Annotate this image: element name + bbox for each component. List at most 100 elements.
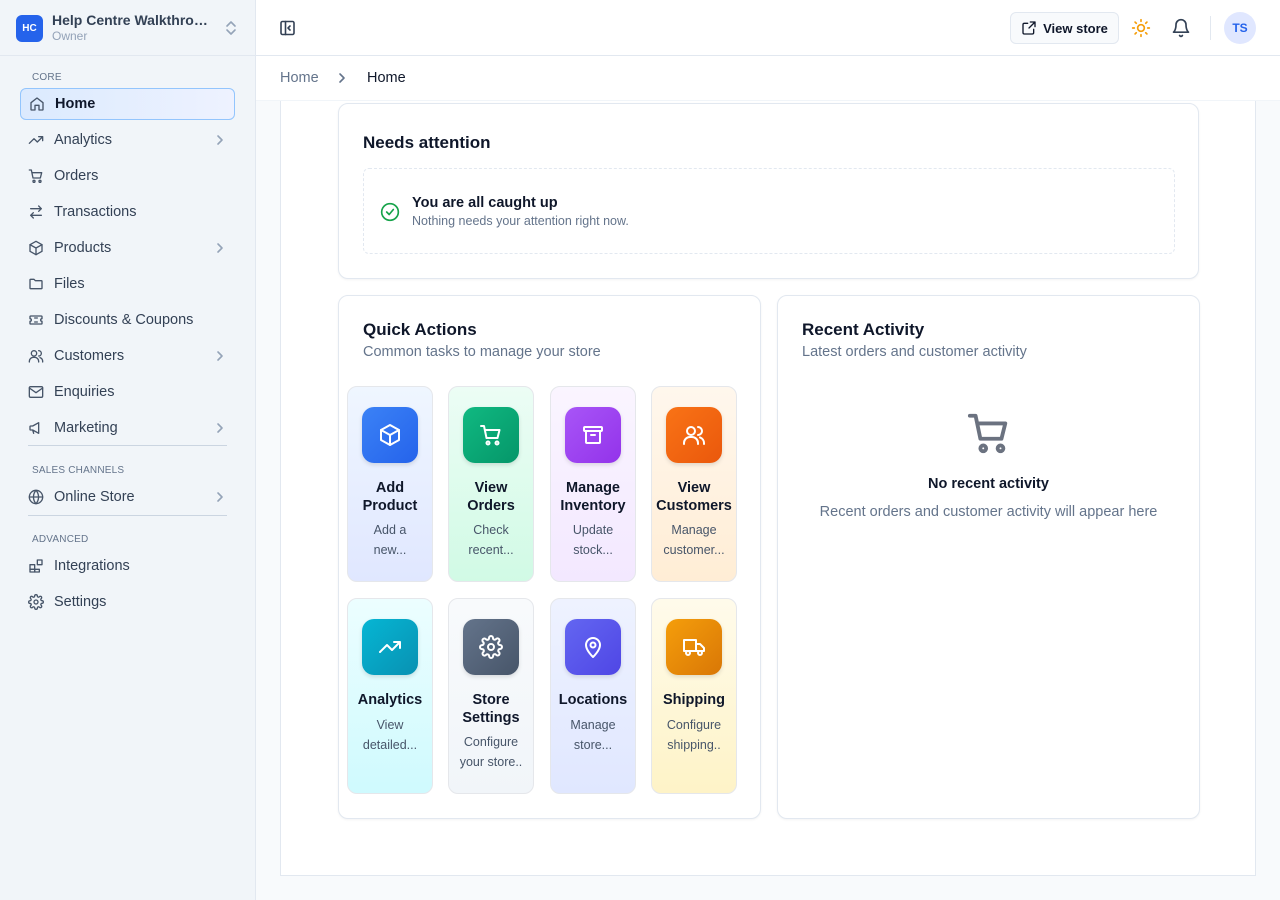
sidebar-item-files[interactable]: Files	[20, 268, 235, 300]
needs-attention-card: Needs attention You are all caught up No…	[338, 103, 1199, 279]
sidebar-item-label: Online Store	[54, 489, 135, 505]
users-icon	[28, 348, 44, 364]
chevron-right-icon	[217, 492, 223, 502]
sidebar-divider	[28, 515, 227, 516]
store-role: Owner	[52, 29, 88, 43]
sidebar-item-orders[interactable]: Orders	[20, 160, 235, 192]
sidebar-item-integrations[interactable]: Integrations	[20, 550, 235, 582]
sun-icon[interactable]	[1131, 18, 1151, 38]
cart-icon	[967, 413, 1008, 454]
sidebar-item-enquiries[interactable]: Enquiries	[20, 376, 235, 408]
empty-state-subtitle: Recent orders and customer activity will…	[819, 504, 1158, 520]
sidebar-item-label: Settings	[54, 594, 107, 610]
truck-icon	[666, 619, 722, 675]
sidebar-item-label: Enquiries	[54, 384, 115, 400]
sidebar-item-label: Marketing	[54, 420, 118, 436]
sidebar-item-label: Analytics	[54, 132, 113, 148]
chevrons-up-down-icon	[226, 21, 236, 35]
sidebar-item-customers[interactable]: Customers	[20, 340, 235, 372]
chevron-right-icon	[217, 135, 223, 145]
view-store-label: View store	[1043, 20, 1108, 36]
folder-icon	[28, 276, 44, 292]
card-title: Needs attention	[363, 133, 491, 152]
sidebar-item-label: Customers	[54, 348, 125, 364]
quick-action-view-orders[interactable]: View Orders Check recent...	[448, 386, 534, 582]
sidebar-item-label: Products	[54, 240, 112, 256]
topbar: View store TS	[256, 0, 1280, 56]
quick-action-name: Locations	[558, 692, 628, 708]
quick-action-locations[interactable]: Locations Manage store...	[550, 598, 636, 794]
home-icon	[29, 96, 45, 112]
trending-up-icon	[362, 619, 418, 675]
quick-action-manage-inventory[interactable]: Manage Inventory Update stock...	[550, 386, 636, 582]
sidebar-item-marketing[interactable]: Marketing	[20, 412, 235, 444]
arrows-left-right-icon	[28, 204, 44, 220]
chevron-right-icon	[217, 351, 223, 361]
card-subtitle: Latest orders and customer activity	[802, 344, 1027, 360]
quick-action-desc: Update stock...	[572, 523, 614, 557]
section-label-core: CORE	[32, 72, 62, 83]
quick-action-view-customers[interactable]: View Customers Manage customer...	[651, 386, 737, 582]
chevron-right-icon	[217, 423, 223, 433]
sidebar-item-analytics[interactable]: Analytics	[20, 124, 235, 156]
quick-action-name: Manage Inventory	[560, 480, 626, 514]
sidebar-item-online-store[interactable]: Online Store	[20, 481, 235, 513]
card-title: Quick Actions	[363, 320, 477, 339]
sidebar-item-products[interactable]: Products	[20, 232, 235, 264]
quick-action-desc: Check recent...	[468, 523, 514, 557]
map-pin-icon	[565, 619, 621, 675]
breadcrumb-current: Home	[367, 70, 406, 86]
sidebar-divider	[0, 55, 256, 56]
quick-action-desc: Configure your store..	[459, 735, 523, 769]
chevron-right-icon	[339, 73, 345, 83]
sidebar-item-discounts[interactable]: Discounts & Coupons	[20, 304, 235, 336]
mail-icon	[28, 384, 44, 400]
quick-action-analytics[interactable]: Analytics View detailed...	[347, 598, 433, 794]
store-name: Help Centre Walkthrough	[52, 12, 212, 28]
quick-action-name: Add Product	[362, 480, 418, 514]
store-logo: HC	[16, 14, 43, 42]
status-subtitle: Nothing needs your attention right now.	[412, 214, 629, 228]
status-title: You are all caught up	[412, 195, 558, 211]
package-icon	[28, 240, 44, 256]
quick-action-name: View Customers	[656, 480, 732, 514]
quick-action-name: Store Settings	[462, 692, 520, 726]
quick-action-desc: Add a new...	[373, 523, 407, 557]
breadcrumb: Home Home	[256, 56, 1280, 101]
quick-action-desc: Manage store...	[570, 718, 616, 752]
quick-action-store-settings[interactable]: Store Settings Configure your store..	[448, 598, 534, 794]
recent-activity-card: Recent Activity Latest orders and custom…	[777, 295, 1200, 819]
sidebar-item-label: Transactions	[54, 204, 137, 220]
breadcrumb-home-link[interactable]: Home	[280, 70, 319, 86]
quick-action-name: Analytics	[357, 692, 423, 708]
view-store-button[interactable]: View store	[1010, 12, 1119, 44]
sidebar-item-label: Files	[54, 276, 85, 292]
quick-action-desc: Manage customer...	[663, 523, 725, 557]
main-panel: Needs attention You are all caught up No…	[280, 101, 1256, 876]
ticket-icon	[28, 312, 44, 328]
bell-icon[interactable]	[1171, 18, 1191, 38]
store-switcher[interactable]: HC Help Centre Walkthrough Owner	[16, 10, 240, 46]
card-title: Recent Activity	[802, 320, 925, 339]
cart-icon	[463, 407, 519, 463]
quick-action-name: Shipping	[662, 692, 725, 708]
globe-icon	[28, 489, 44, 505]
sidebar-item-settings[interactable]: Settings	[20, 586, 235, 618]
trending-up-icon	[28, 132, 44, 148]
card-subtitle: Common tasks to manage your store	[363, 344, 601, 360]
sidebar-item-home[interactable]: Home	[20, 88, 235, 120]
avatar[interactable]: TS	[1224, 12, 1256, 44]
quick-action-desc: Configure shipping..	[666, 718, 722, 752]
sidebar-item-label: Orders	[54, 168, 99, 184]
quick-action-name: View Orders	[467, 480, 515, 514]
external-link-icon	[1022, 21, 1036, 35]
quick-action-add-product[interactable]: Add Product Add a new...	[347, 386, 433, 582]
sidebar-item-label: Integrations	[54, 558, 130, 574]
megaphone-icon	[28, 420, 44, 436]
quick-action-shipping[interactable]: Shipping Configure shipping..	[651, 598, 737, 794]
cart-icon	[28, 168, 44, 184]
sidebar-item-transactions[interactable]: Transactions	[20, 196, 235, 228]
blocks-icon	[28, 558, 44, 574]
empty-state-title: No recent activity	[928, 476, 1049, 492]
sidebar-toggle-icon[interactable]	[278, 18, 298, 38]
